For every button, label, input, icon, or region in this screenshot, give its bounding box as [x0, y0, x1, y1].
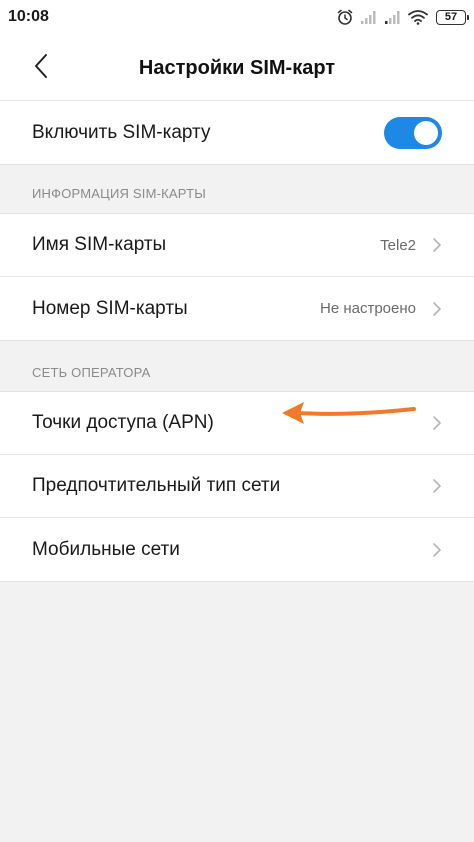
alarm-icon — [336, 8, 354, 26]
divider — [0, 581, 474, 582]
signal-strength-icon — [360, 9, 378, 25]
wifi-icon — [408, 9, 428, 25]
preferred-network-type-label: Предпочтительный тип сети — [32, 475, 281, 496]
access-points-label: Точки доступа (APN) — [32, 412, 214, 433]
mobile-networks-label: Мобильные сети — [32, 538, 180, 560]
sim-name-row[interactable]: Имя SIM-карты Tele2 — [0, 214, 474, 277]
chevron-right-icon — [433, 479, 441, 493]
sim-name-value: Tele2 — [380, 236, 416, 254]
chevron-right-icon — [433, 301, 441, 316]
enable-sim-toggle[interactable] — [384, 116, 442, 149]
sim-number-label: Номер SIM-карты — [32, 297, 188, 319]
chevron-right-icon — [433, 542, 441, 557]
status-time: 10:08 — [8, 8, 49, 25]
section-header-sim-info: ИНФОРМАЦИЯ SIM-КАРТЫ — [32, 186, 206, 201]
top-app-bar: Настройки SIM-карт — [0, 34, 474, 100]
chevron-right-icon — [433, 416, 441, 430]
enable-sim-section: Включить SIM-карту — [0, 101, 474, 164]
enable-sim-row[interactable]: Включить SIM-карту — [0, 101, 474, 164]
preferred-network-type-row[interactable]: Предпочтительный тип сети — [0, 455, 474, 518]
annotation-arrow-icon — [282, 402, 416, 424]
sim-number-value: Не настроено — [320, 300, 416, 317]
status-bar: 10:08 57 — [0, 0, 474, 34]
enable-sim-label: Включить SIM-карту — [32, 121, 211, 143]
section-header-operator-network: СЕТЬ ОПЕРАТОРА — [32, 365, 151, 380]
page-title: Настройки SIM-карт — [138, 57, 336, 79]
sim-number-row[interactable]: Номер SIM-карты Не настроено — [0, 277, 474, 340]
toggle-knob — [414, 120, 438, 145]
sim-info-header: ИНФОРМАЦИЯ SIM-КАРТЫ — [0, 165, 474, 213]
chevron-right-icon — [433, 238, 441, 252]
operator-network-header: СЕТЬ ОПЕРАТОРА — [0, 341, 474, 391]
mobile-networks-row[interactable]: Мобильные сети — [0, 518, 474, 581]
battery-icon: 57 — [436, 9, 469, 25]
sim-info-section: Имя SIM-карты Tele2 Номер SIM-карты Не н… — [0, 214, 474, 340]
signal-strength-secondary-icon — [384, 9, 402, 25]
sim-name-label: Имя SIM-карты — [32, 234, 167, 255]
status-icons: 57 — [336, 6, 469, 28]
